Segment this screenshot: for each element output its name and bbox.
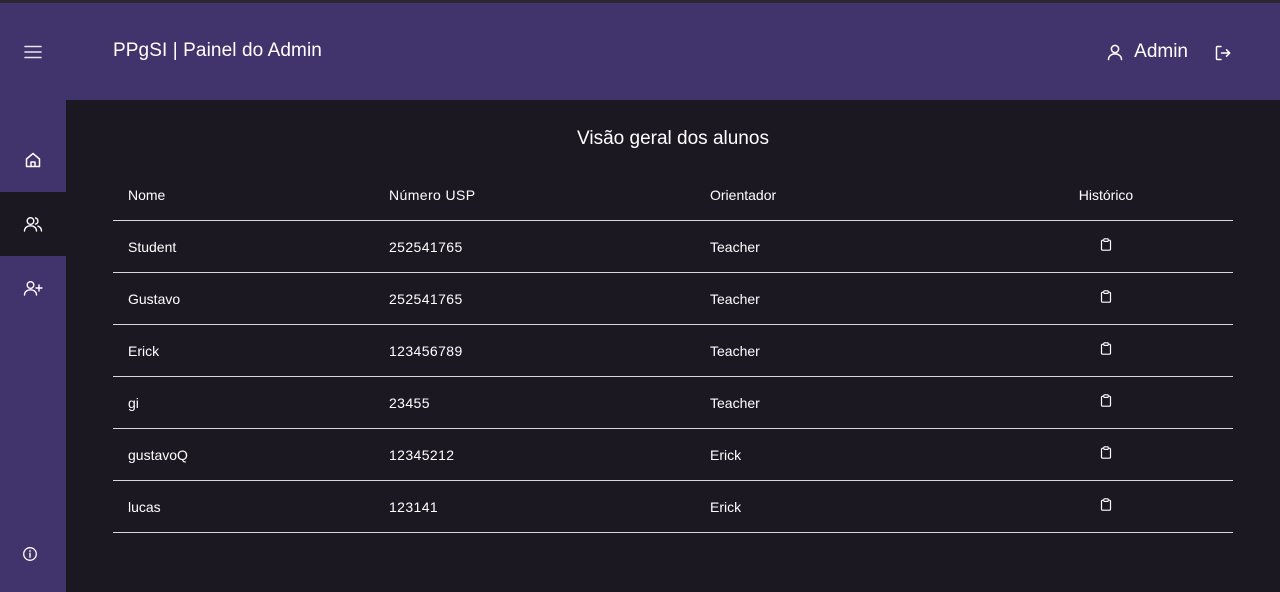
cell-orientador: Erick: [710, 446, 742, 463]
user-plus-icon: [23, 279, 43, 297]
cell-orientador: Teacher: [710, 342, 760, 359]
students-table: Nome Número USP Orientador Histórico Stu…: [113, 170, 1233, 533]
home-icon: [24, 151, 42, 169]
cell-numero-usp: 123456789: [389, 342, 463, 359]
clipboard-icon: [1100, 446, 1112, 459]
cell-numero-usp: 12345212: [389, 446, 455, 463]
column-header-orientador: Orientador: [710, 187, 777, 203]
cell-nome: Erick: [128, 342, 160, 359]
hamburger-icon: [24, 45, 42, 59]
menu-button[interactable]: [18, 37, 48, 67]
info-icon: [22, 546, 38, 562]
cell-orientador: Erick: [710, 498, 742, 515]
cell-orientador: Teacher: [710, 290, 760, 307]
logout-icon: [1214, 44, 1232, 62]
table-body: Student 252541765 Teacher Gustavo 252541…: [113, 221, 1233, 533]
cell-numero-usp: 252541765: [389, 290, 463, 307]
cell-numero-usp: 23455: [389, 394, 430, 411]
main-content: Visão geral dos alunos Nome Número USP O…: [66, 100, 1280, 592]
history-button[interactable]: [1096, 495, 1116, 515]
column-header-numero-usp: Número USP: [389, 187, 476, 203]
logout-button[interactable]: [1210, 40, 1236, 66]
user-menu[interactable]: Admin: [1106, 38, 1188, 66]
cell-historico: [1079, 481, 1133, 532]
table-row: gustavoQ 12345212 Erick: [113, 429, 1233, 481]
history-button[interactable]: [1096, 339, 1116, 359]
clipboard-icon: [1100, 342, 1112, 355]
cell-historico: [1079, 377, 1133, 428]
table-row: gi 23455 Teacher: [113, 377, 1233, 429]
cell-historico: [1079, 221, 1133, 272]
sidebar-item-add-user[interactable]: [0, 256, 66, 320]
clipboard-icon: [1100, 290, 1112, 303]
cell-nome: gustavoQ: [128, 446, 188, 463]
app-root: PPgSI | Painel do Admin Admin Visão gera…: [0, 0, 1280, 592]
table-row: Student 252541765 Teacher: [113, 221, 1233, 273]
cell-historico: [1079, 325, 1133, 376]
history-button[interactable]: [1096, 443, 1116, 463]
table-header: Nome Número USP Orientador Histórico: [113, 170, 1233, 221]
app-title: PPgSI | Painel do Admin: [113, 40, 322, 61]
page-title: Visão geral dos alunos: [577, 128, 769, 149]
cell-nome: Student: [128, 238, 177, 255]
sidebar-item-home[interactable]: [0, 128, 66, 192]
history-button[interactable]: [1096, 391, 1116, 411]
table-row: Gustavo 252541765 Teacher: [113, 273, 1233, 325]
cell-historico: [1079, 273, 1133, 324]
cell-numero-usp: 252541765: [389, 238, 463, 255]
users-icon: [23, 215, 43, 233]
column-header-historico: Histórico: [1078, 187, 1134, 203]
clipboard-icon: [1100, 394, 1112, 407]
history-button[interactable]: [1096, 287, 1116, 307]
cell-numero-usp: 123141: [389, 498, 439, 515]
column-header-nome: Nome: [128, 187, 166, 203]
sidebar-item-students[interactable]: [0, 192, 66, 256]
clipboard-icon: [1100, 238, 1112, 251]
table-row: lucas 123141 Erick: [113, 481, 1233, 533]
sidebar: [0, 100, 66, 592]
cell-nome: gi: [128, 394, 139, 411]
cell-nome: Gustavo: [128, 290, 181, 307]
clipboard-icon: [1100, 498, 1112, 511]
user-icon: [1106, 43, 1124, 61]
history-button[interactable]: [1096, 235, 1116, 255]
table-row: Erick 123456789 Teacher: [113, 325, 1233, 377]
user-name: Admin: [1134, 41, 1188, 62]
cell-orientador: Teacher: [710, 394, 760, 411]
cell-nome: lucas: [128, 498, 161, 515]
top-header: PPgSI | Painel do Admin Admin: [0, 3, 1280, 100]
cell-historico: [1079, 429, 1133, 480]
sidebar-item-info[interactable]: [0, 522, 63, 586]
cell-orientador: Teacher: [710, 238, 760, 255]
